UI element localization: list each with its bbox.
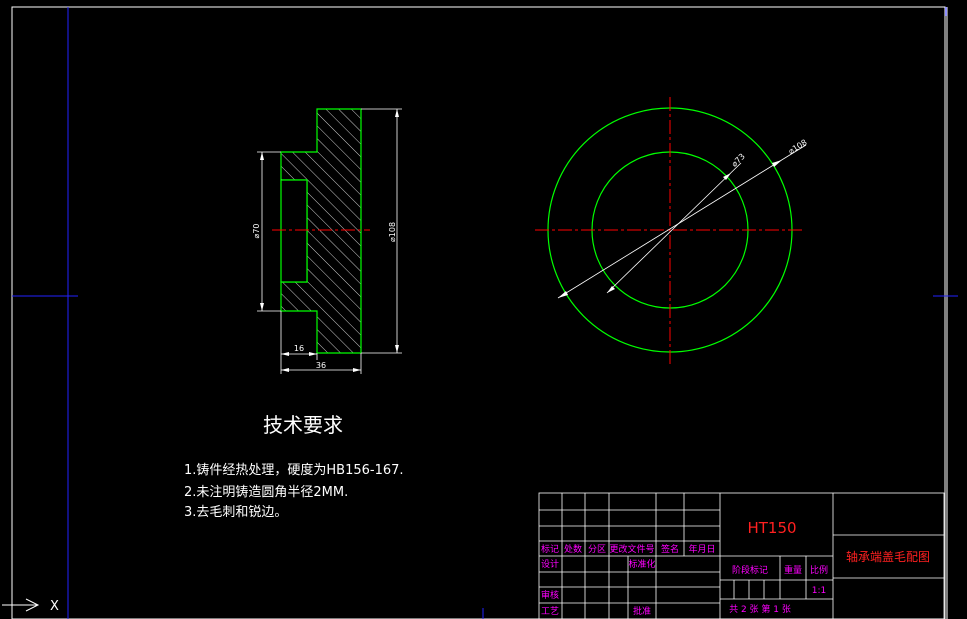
tech-requirement-item-3: 3.去毛刺和锐边。: [184, 505, 287, 520]
label-weight: 重量: [784, 564, 802, 576]
circle-view[interactable]: ⌀73 ⌀108: [535, 97, 809, 365]
drawing-frame: [11, 6, 948, 619]
scale-value: 1:1: [812, 586, 826, 596]
section-dim-outer-diameter: ⌀108: [388, 222, 397, 242]
section-dim-length-36: 36: [316, 361, 326, 370]
section-dim-inner-diameter: ⌀70: [252, 224, 261, 239]
title-block-material: HT150: [747, 519, 796, 537]
section-cavity: [280, 179, 308, 283]
technical-requirements: 技术要求 1.铸件经热处理，硬度为HB156-167. 2.未注明铸造圆角半径2…: [184, 413, 404, 520]
label-scale: 比例: [810, 564, 828, 576]
label-review: 审核: [541, 589, 559, 601]
label-approve: 批准: [633, 605, 651, 617]
label-process: 工艺: [541, 606, 559, 617]
row-label-date: 年月日: [688, 543, 715, 555]
row-label-zone: 分区: [588, 544, 606, 555]
row-label-mark: 标记: [541, 543, 559, 555]
circle-dim-inner-diameter: ⌀73: [730, 152, 747, 169]
label-stage-mark: 阶段标记: [732, 564, 768, 576]
row-label-count: 处数: [564, 543, 582, 555]
section-view[interactable]: ⌀108 ⌀70 16 36: [252, 108, 402, 374]
tech-requirement-item-1: 1.铸件经热处理，硬度为HB156-167.: [184, 462, 404, 478]
crosshair-lines: [12, 7, 958, 619]
ucs-x-label: X: [50, 599, 59, 614]
circle-diameter-leaders: [557, 144, 807, 299]
label-sheets: 共 2 张 第 1 张: [729, 603, 791, 615]
row-label-change-doc: 更改文件号: [609, 543, 654, 555]
circle-centerlines: [535, 97, 805, 365]
row-label-signature: 签名: [661, 543, 679, 555]
ucs-icon: X: [2, 598, 59, 614]
cad-drawing-canvas[interactable]: ⌀108 ⌀70 16 36 ⌀73 ⌀108 技术要求 1.铸件经热处理，硬度…: [0, 0, 967, 619]
section-dim-length-16: 16: [294, 344, 304, 353]
label-standardize: 标准化: [628, 558, 655, 570]
title-block-part-name: 轴承端盖毛配图: [846, 549, 930, 564]
tech-requirements-title: 技术要求: [263, 413, 343, 437]
tech-requirement-item-2: 2.未注明铸造圆角半径2MM.: [184, 484, 348, 500]
label-design: 设计: [541, 558, 559, 570]
title-block[interactable]: HT150 轴承端盖毛配图 标记 处数 分区 更改文件号 签名 年月日 设计 标…: [538, 492, 945, 619]
circle-dim-outer-diameter: ⌀108: [787, 138, 809, 156]
